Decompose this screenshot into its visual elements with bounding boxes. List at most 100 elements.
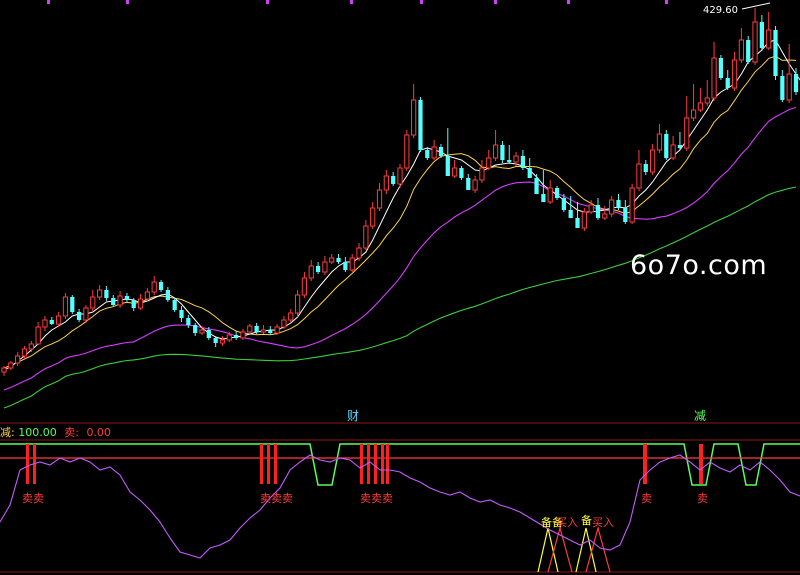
marker-jian: 减 [694, 409, 706, 423]
candle-body [780, 76, 785, 100]
candle-body [656, 133, 663, 151]
candle-body [356, 247, 362, 259]
candle-body [404, 134, 410, 169]
candle-body [28, 343, 34, 350]
indicator-value-2: 0.00 [86, 426, 111, 439]
ma-short-line [3, 39, 800, 371]
candle-body [418, 100, 423, 150]
candle-body [234, 335, 239, 338]
price-pane [1, 8, 800, 409]
candle-body [226, 334, 232, 341]
candle-body [186, 318, 191, 325]
candle-body [507, 160, 512, 162]
candle-body [466, 178, 471, 190]
candle-body [595, 205, 601, 218]
candle-body [21, 348, 28, 357]
candle-body [329, 257, 335, 263]
candle-body [206, 330, 211, 338]
candle-body [697, 102, 704, 111]
candle-body [322, 261, 328, 273]
candle-body [643, 164, 648, 172]
candle-body [131, 300, 136, 308]
candle-body [718, 58, 724, 78]
candle-body [343, 262, 348, 270]
candle-body [62, 296, 69, 317]
candle-body [397, 167, 403, 185]
indicator-label-2: 卖: [64, 426, 79, 439]
candle-body [445, 156, 450, 176]
candle-body [124, 296, 130, 300]
indicator-band [0, 443, 800, 486]
candle-body [609, 199, 615, 215]
candle-body [684, 117, 690, 149]
candle-body [83, 307, 89, 321]
buy-triangles [537, 525, 611, 573]
candle-body [527, 168, 532, 178]
candle-body [172, 300, 177, 310]
candle-body [616, 200, 621, 208]
candle-body [111, 298, 116, 305]
candle-body [520, 156, 526, 168]
candle-body [349, 257, 355, 271]
candle-body [459, 168, 464, 178]
candle-body [76, 312, 82, 320]
candle-body [288, 312, 294, 321]
candle-body [650, 149, 656, 173]
candle-body [308, 265, 314, 279]
candle-body [42, 319, 48, 328]
top-tick-marks [47, 0, 668, 4]
candle-body [70, 297, 75, 312]
indicator-pane [0, 443, 800, 573]
candle-body [500, 145, 505, 160]
sell-label: 卖卖卖 [260, 492, 293, 505]
candle-body [786, 73, 792, 101]
candle-body [137, 298, 144, 309]
candle-body [575, 218, 580, 228]
candle-body [534, 178, 539, 194]
indicator-readout: 减: 100.00 卖: 0.00 [0, 424, 111, 440]
candle-body [165, 290, 170, 300]
candle-body [301, 277, 308, 296]
oscillator-line [0, 454, 800, 559]
indicator-label-1: 减: [0, 426, 15, 439]
candle-body [431, 146, 437, 159]
candle-body [391, 176, 396, 184]
candle-body [199, 329, 205, 334]
candle-body [425, 150, 430, 158]
candle-body [636, 163, 642, 189]
candle-body [738, 39, 744, 61]
candle-body [376, 189, 383, 209]
candle-body [274, 326, 280, 334]
candle-body [438, 147, 444, 156]
candle-body [56, 315, 62, 325]
candle-body [513, 155, 519, 163]
buy-label: 买入 [592, 516, 614, 529]
candle-body [725, 78, 730, 88]
candle-body [219, 339, 226, 344]
candle-body [711, 57, 717, 99]
candle-body [193, 325, 198, 333]
candle-body [268, 330, 273, 333]
candle-body [294, 294, 301, 314]
candle-body [281, 319, 287, 328]
candle-body [213, 338, 218, 343]
candle-body [247, 325, 253, 333]
candle-body [746, 40, 751, 62]
sell-label: 卖卖 [22, 492, 44, 505]
candle-body [568, 210, 573, 218]
candle-body [561, 198, 566, 210]
candle-body [370, 207, 376, 227]
watermark: 6o7o.com [630, 250, 768, 281]
candle-body [179, 310, 184, 318]
candle-body [479, 167, 485, 181]
indicator-value-1: 100.00 [18, 426, 57, 439]
candle-body [623, 208, 628, 222]
candle-body [554, 188, 560, 198]
buy-label: 备 [581, 513, 592, 527]
candle-body [486, 157, 492, 169]
candle-body [315, 266, 321, 272]
candle-body [588, 204, 594, 213]
candle-body [96, 289, 103, 298]
candle-body [766, 29, 772, 49]
sell-label: 卖卖卖 [360, 492, 393, 505]
